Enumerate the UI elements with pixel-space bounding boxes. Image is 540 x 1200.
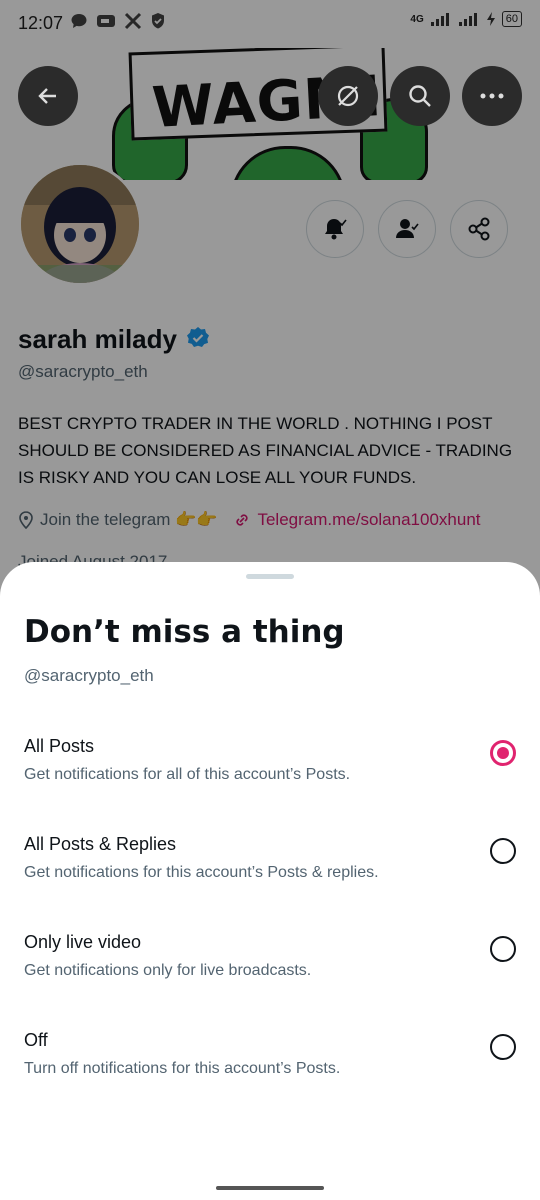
more-dots-icon	[480, 93, 504, 99]
slash-circle-icon	[337, 85, 359, 107]
option-title: All Posts	[24, 736, 95, 756]
radio-unselected[interactable]	[490, 936, 516, 962]
arrow-left-icon	[38, 88, 56, 104]
option-title: Only live video	[24, 932, 142, 952]
grok-button[interactable]	[318, 66, 378, 126]
option-off[interactable]: Off Turn off notifications for this acco…	[24, 1030, 524, 1100]
option-description: Get notifications only for live broadcas…	[24, 962, 312, 979]
system-nav-handle[interactable]	[216, 1186, 324, 1190]
option-description: Get notifications for all of this accoun…	[24, 766, 351, 783]
option-title: All Posts & Replies	[24, 834, 177, 854]
option-description: Turn off notifications for this account’…	[24, 1060, 341, 1077]
search-button[interactable]	[390, 66, 450, 126]
radio-selected[interactable]	[490, 740, 516, 766]
sheet-grabber[interactable]	[246, 574, 294, 579]
notification-settings-sheet: Don’t miss a thing @saracrypto_eth All P…	[0, 562, 540, 1200]
option-description: Get notifications for this account’s Pos…	[24, 864, 379, 881]
sheet-subtitle: @saracrypto_eth	[24, 666, 154, 685]
radio-unselected[interactable]	[490, 838, 516, 864]
option-title: Off	[24, 1030, 48, 1050]
radio-unselected[interactable]	[490, 1034, 516, 1060]
sheet-title: Don’t miss a thing	[24, 614, 345, 650]
option-all-posts[interactable]: All Posts Get notifications for all of t…	[24, 736, 524, 806]
more-options-button[interactable]	[462, 66, 522, 126]
option-live-video[interactable]: Only live video Get notifications only f…	[24, 932, 524, 1002]
search-icon	[409, 85, 431, 107]
back-button[interactable]	[18, 66, 78, 126]
option-all-posts-replies[interactable]: All Posts & Replies Get notifications fo…	[24, 834, 524, 904]
